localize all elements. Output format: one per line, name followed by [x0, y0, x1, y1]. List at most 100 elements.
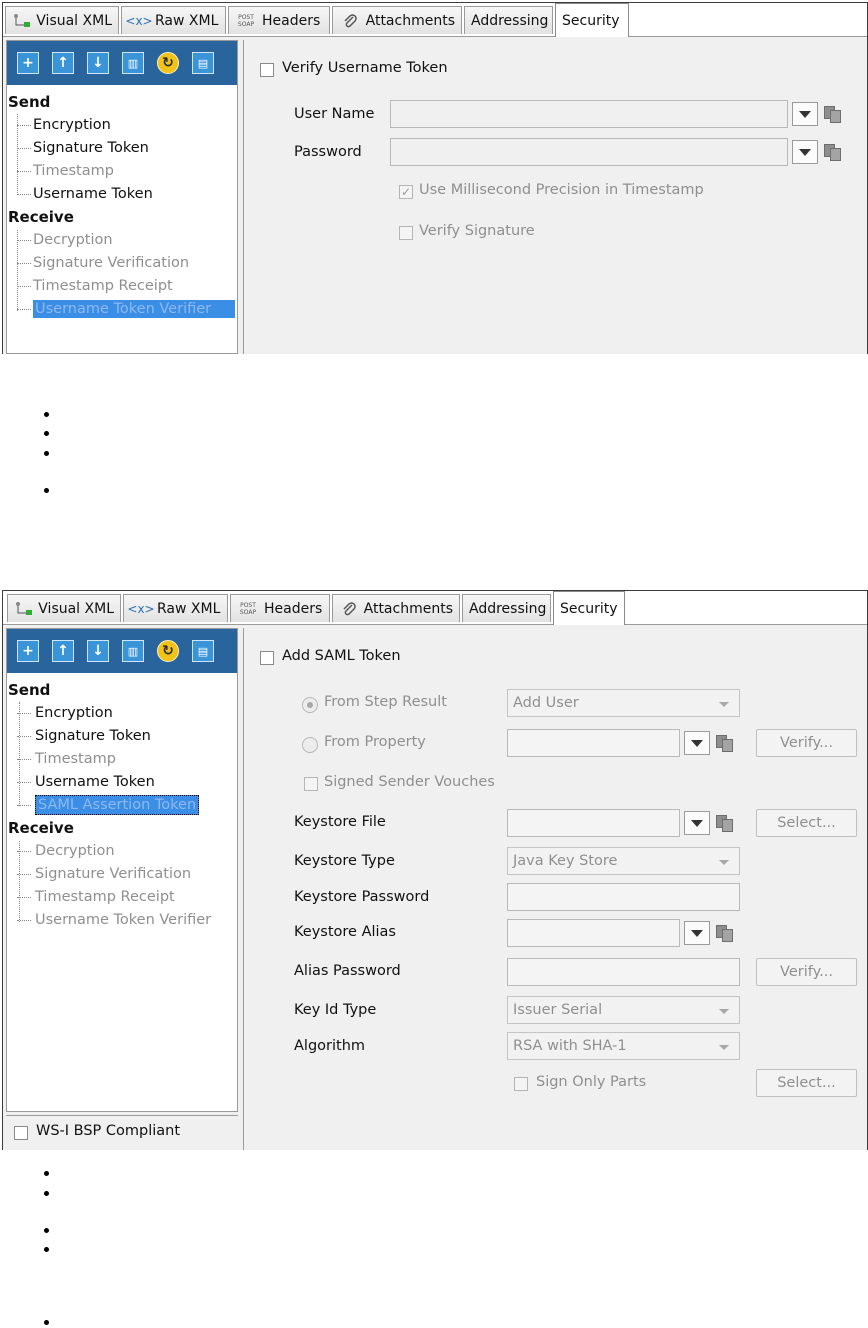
from-property-radio[interactable] [302, 737, 318, 753]
tab-raw-xml[interactable]: <x> Raw XML [123, 594, 228, 622]
tree-item-decryption[interactable]: Decryption [7, 840, 237, 863]
tree-item-timestamp[interactable]: Timestamp [7, 748, 237, 771]
password-dropdown-button[interactable] [792, 140, 818, 164]
keystore-alias-copy-icon[interactable] [716, 925, 734, 943]
tab-attachments[interactable]: Attachments [332, 594, 460, 622]
tab-label: Attachments [363, 600, 453, 617]
verify-username-token-checkbox[interactable] [260, 63, 274, 77]
from-property-copy-icon[interactable] [716, 735, 734, 753]
keystore-alias-input[interactable] [507, 919, 680, 947]
millisecond-precision-label: Use Millisecond Precision in Timestamp [419, 182, 704, 198]
from-property-input[interactable] [507, 729, 680, 757]
tree-group-send[interactable]: Send [7, 91, 237, 114]
tree-group-send[interactable]: Send [7, 679, 237, 702]
chevron-down-icon [719, 1045, 729, 1050]
add-icon[interactable]: + [17, 52, 39, 74]
keystore-file-dropdown-button[interactable] [684, 811, 710, 835]
from-property-label: From Property [324, 734, 426, 750]
delete-icon[interactable]: ▥ [122, 52, 144, 74]
tab-visual-xml[interactable]: Visual XML [7, 594, 121, 622]
tree-toolbar: + ↑ ↓ ▥ ↻ ▤ [7, 629, 237, 673]
add-icon[interactable]: + [17, 640, 39, 662]
tree-item-timestamp-receipt[interactable]: Timestamp Receipt [7, 275, 237, 298]
security-panel-2: Visual XML <x> Raw XML POST SOAP Headers… [2, 590, 868, 1150]
tree-item-saml-assertion-token[interactable]: SAML Assertion Token [7, 794, 237, 817]
tree-group-receive[interactable]: Receive [7, 817, 237, 840]
keystore-password-input[interactable] [507, 883, 740, 911]
move-up-icon[interactable]: ↑ [52, 640, 74, 662]
bullet [44, 1228, 49, 1233]
username-dropdown-button[interactable] [792, 102, 818, 126]
algorithm-select[interactable]: RSA with SHA-1 [507, 1032, 740, 1060]
move-up-icon[interactable]: ↑ [52, 52, 74, 74]
keystore-file-input[interactable] [507, 809, 680, 837]
from-step-result-radio[interactable] [302, 697, 318, 713]
content-area: + ↑ ↓ ▥ ↻ ▤ Send Encryption Signature To… [3, 36, 867, 354]
tree-group-receive[interactable]: Receive [7, 206, 237, 229]
signed-sender-vouches-checkbox[interactable] [304, 777, 318, 791]
verify-signature-label: Verify Signature [419, 223, 535, 239]
tree-item-username-token[interactable]: Username Token [7, 771, 237, 794]
save-icon[interactable]: ▤ [192, 52, 214, 74]
from-property-dropdown-button[interactable] [684, 731, 710, 755]
sign-parts-select-button[interactable]: Select... [756, 1069, 857, 1097]
username-input[interactable] [390, 100, 788, 128]
move-down-icon[interactable]: ↓ [87, 52, 109, 74]
tree-item-username-token[interactable]: Username Token [7, 183, 237, 206]
tree-item-decryption[interactable]: Decryption [7, 229, 237, 252]
sign-only-parts-checkbox[interactable] [514, 1077, 528, 1091]
refresh-icon[interactable]: ↻ [157, 640, 179, 662]
key-id-type-select[interactable]: Issuer Serial [507, 996, 740, 1024]
move-down-icon[interactable]: ↓ [87, 640, 109, 662]
bullet [44, 1247, 49, 1252]
alias-verify-button[interactable]: Verify... [756, 958, 857, 986]
key-id-type-label: Key Id Type [294, 1002, 377, 1018]
refresh-icon[interactable]: ↻ [157, 52, 179, 74]
keystore-select-button[interactable]: Select... [756, 809, 857, 837]
tree-item-timestamp-receipt[interactable]: Timestamp Receipt [7, 886, 237, 909]
tab-addressing[interactable]: Addressing [462, 594, 551, 622]
save-icon[interactable]: ▤ [192, 640, 214, 662]
tab-label: Visual XML [38, 600, 114, 617]
tab-visual-xml[interactable]: Visual XML [5, 6, 119, 34]
tab-label: Attachments [365, 12, 455, 29]
password-copy-icon[interactable] [824, 144, 842, 162]
alias-password-input[interactable] [507, 958, 740, 986]
tree-item-signature-token[interactable]: Signature Token [7, 725, 237, 748]
password-input[interactable] [390, 138, 788, 166]
username-copy-icon[interactable] [824, 106, 842, 124]
tab-security[interactable]: Security [553, 591, 625, 625]
tree-item-signature-token[interactable]: Signature Token [7, 137, 237, 160]
tab-raw-xml[interactable]: <x> Raw XML [121, 6, 226, 34]
security-tree-panel: + ↑ ↓ ▥ ↻ ▤ Send Encryption Signature To… [6, 628, 238, 1112]
add-saml-token-checkbox[interactable] [260, 651, 274, 665]
verify-button[interactable]: Verify... [756, 729, 857, 757]
tree-item-timestamp[interactable]: Timestamp [7, 160, 237, 183]
tab-headers[interactable]: POST SOAP Headers [230, 594, 330, 622]
tree-item-username-token-verifier[interactable]: Username Token Verifier [7, 298, 237, 321]
wsi-bar: WS-I BSP Compliant [6, 1115, 238, 1150]
verify-username-token-label: Verify Username Token [282, 60, 448, 76]
saml-token-form: Add SAML Token From Step Result Add User… [243, 628, 867, 1150]
tab-label: Headers [262, 12, 321, 29]
tab-bar: Visual XML <x> Raw XML POST SOAP Headers… [3, 591, 867, 625]
verify-signature-checkbox[interactable] [399, 226, 413, 240]
from-step-result-select[interactable]: Add User [507, 689, 740, 717]
tab-headers[interactable]: POST SOAP Headers [228, 6, 330, 34]
delete-icon[interactable]: ▥ [122, 640, 144, 662]
tab-security[interactable]: Security [555, 3, 629, 37]
keystore-file-copy-icon[interactable] [716, 815, 734, 833]
post-soap-icon: POST SOAP [237, 13, 255, 28]
tree-item-signature-verification[interactable]: Signature Verification [7, 252, 237, 275]
tab-addressing[interactable]: Addressing [464, 6, 553, 34]
tree-item-username-token-verifier[interactable]: Username Token Verifier [7, 909, 237, 932]
tab-attachments[interactable]: Attachments [332, 6, 462, 34]
millisecond-precision-checkbox[interactable]: ✓ [399, 185, 413, 199]
bullet [44, 431, 49, 436]
tree-item-encryption[interactable]: Encryption [7, 114, 237, 137]
keystore-type-select[interactable]: Java Key Store [507, 847, 740, 875]
wsi-bsp-checkbox[interactable] [14, 1126, 28, 1140]
keystore-alias-dropdown-button[interactable] [684, 921, 710, 945]
tree-item-signature-verification[interactable]: Signature Verification [7, 863, 237, 886]
tree-item-encryption[interactable]: Encryption [7, 702, 237, 725]
